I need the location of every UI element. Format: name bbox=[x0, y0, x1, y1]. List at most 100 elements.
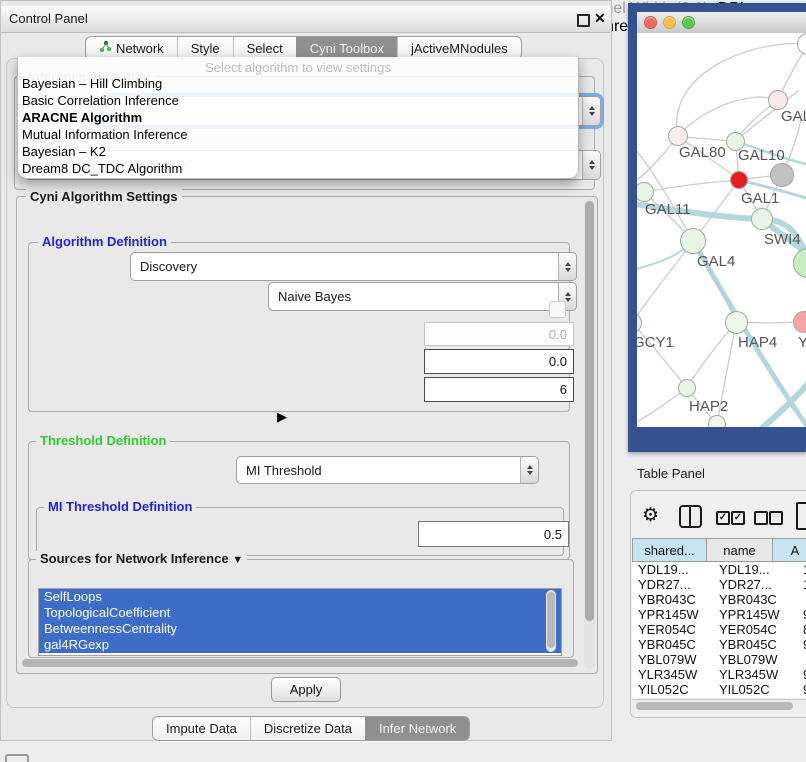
aracne-mode-value: Discovery bbox=[140, 259, 197, 274]
zoom-traffic-light[interactable] bbox=[682, 16, 695, 29]
close-traffic-light[interactable] bbox=[644, 16, 657, 29]
control-panel-title: Control Panel bbox=[9, 11, 88, 26]
network-node-gal8[interactable] bbox=[768, 90, 788, 110]
dock-panel-button[interactable] bbox=[5, 754, 29, 762]
table-row[interactable]: YBR045CYBR045C9. bbox=[632, 637, 806, 652]
algorithm-option[interactable]: Bayesian – Hill Climbing bbox=[18, 75, 578, 92]
tab-style[interactable]: Style bbox=[177, 37, 233, 59]
tab-discretize-data[interactable]: Discretize Data bbox=[250, 717, 365, 740]
checked-checkbox-icon[interactable]: ✓ bbox=[731, 511, 745, 525]
document-icon[interactable] bbox=[796, 502, 806, 530]
tab-infer-network-label: Infer Network bbox=[379, 721, 456, 736]
which-threshold-combobox[interactable]: MI Threshold bbox=[236, 456, 539, 484]
table-row[interactable]: YBL079WYBL079W bbox=[632, 652, 806, 667]
tab-jactivemnodules[interactable]: jActiveMNodules bbox=[397, 37, 521, 59]
settings-title: Cyni Algorithm Settings bbox=[26, 189, 182, 204]
algorithm-option[interactable]: Dream8 DC_TDC Algorithm bbox=[18, 160, 578, 177]
table-row[interactable]: YIL052CYIL052C9. bbox=[632, 682, 806, 697]
table-cell: 9. bbox=[785, 607, 806, 622]
mi-steps-field[interactable]: 6 bbox=[424, 377, 574, 402]
table-cell: 9. bbox=[785, 667, 806, 682]
kernel-width-field[interactable]: 0.0 bbox=[424, 322, 574, 346]
settings-vscrollbar-thumb[interactable] bbox=[585, 201, 594, 621]
minimize-traffic-light[interactable] bbox=[663, 16, 676, 29]
tab-select[interactable]: Select bbox=[233, 37, 296, 59]
settings-hscrollbar-thumb[interactable] bbox=[22, 659, 578, 667]
stepper-arrows-icon bbox=[582, 151, 600, 179]
stepper-arrows-icon bbox=[558, 253, 576, 280]
table-cell: 13 bbox=[785, 562, 806, 577]
table-row[interactable]: YPR145WYPR145W9. bbox=[632, 607, 806, 622]
table-header-row: shared...nameA bbox=[632, 538, 806, 562]
expand-arrow-icon[interactable]: ▶ bbox=[277, 409, 287, 425]
attribute-list-item[interactable]: BetweennessCentrality bbox=[39, 621, 561, 637]
table-row[interactable]: YDR27...YDR27...12 bbox=[632, 577, 806, 592]
algorithm-option[interactable]: Basic Correlation Inference bbox=[18, 92, 578, 109]
tab-impute-data-label: Impute Data bbox=[166, 721, 237, 736]
control-panel-titlebar bbox=[1, 6, 610, 33]
stepper-arrows-icon bbox=[582, 97, 600, 125]
network-node[interactable] bbox=[770, 163, 794, 187]
table-cell: YER054C bbox=[713, 622, 785, 637]
network-node-gal1[interactable] bbox=[730, 171, 748, 189]
table-row[interactable]: YER054CYER054C8. bbox=[632, 622, 806, 637]
table-row[interactable]: YBR043CYBR043C bbox=[632, 592, 806, 607]
network-node-hap2[interactable] bbox=[678, 379, 696, 397]
network-icon bbox=[99, 40, 112, 56]
network-node-gal4[interactable] bbox=[680, 228, 706, 254]
split-columns-icon[interactable] bbox=[679, 505, 702, 528]
mi-threshold-value: 0.5 bbox=[544, 527, 562, 542]
unchecked-checkbox-icon[interactable] bbox=[754, 511, 768, 525]
column-header-name[interactable]: name bbox=[707, 538, 773, 562]
table-cell: YBR043C bbox=[713, 592, 785, 607]
network-node-gal80[interactable] bbox=[668, 126, 688, 146]
column-header-shared[interactable]: shared... bbox=[632, 538, 707, 562]
table-cell: YBR043C bbox=[632, 592, 713, 607]
node-label: SWI4 bbox=[764, 231, 801, 248]
algorithm-options: Bayesian – Hill ClimbingBasic Correlatio… bbox=[18, 75, 578, 177]
network-node[interactable] bbox=[708, 415, 726, 427]
threshold-definition-title: Threshold Definition bbox=[36, 433, 170, 448]
tab-impute-data[interactable]: Impute Data bbox=[153, 717, 250, 740]
attribute-list-item[interactable]: gal4RGexp bbox=[39, 637, 561, 653]
algorithm-option[interactable]: Bayesian – K2 bbox=[18, 143, 578, 160]
node-label: Y bbox=[798, 334, 806, 351]
network-view-titlebar bbox=[637, 12, 806, 34]
network-node-swi4[interactable] bbox=[751, 208, 773, 230]
table-cell: YIL052C bbox=[632, 682, 713, 697]
network-canvas[interactable]: GAL8GAL80GAL10GAL1GAL11SWI4GAL4GCY1HAP4Y… bbox=[637, 33, 806, 427]
node-label: GAL10 bbox=[738, 147, 785, 164]
mi-type-combobox[interactable]: Naive Bayes bbox=[268, 282, 577, 311]
close-icon[interactable]: ✕ bbox=[594, 10, 606, 27]
mi-steps-value: 6 bbox=[560, 382, 567, 397]
tab-discretize-data-label: Discretize Data bbox=[264, 721, 352, 736]
collapse-arrow-icon[interactable]: ▼ bbox=[232, 554, 243, 566]
float-window-icon[interactable] bbox=[577, 14, 590, 27]
unchecked-checkbox-icon[interactable] bbox=[769, 511, 783, 525]
table-row[interactable]: YLR345WYLR345W9. bbox=[632, 667, 806, 682]
table-cell bbox=[785, 652, 806, 667]
algorithm-option[interactable]: Mutual Information Inference bbox=[18, 126, 578, 143]
bottom-tabbar: Impute Data Discretize Data Infer Networ… bbox=[152, 716, 470, 741]
table-hscrollbar-thumb[interactable] bbox=[636, 702, 793, 710]
tab-cyni-toolbox[interactable]: Cyni Toolbox bbox=[296, 37, 397, 59]
attributes-vscrollbar-thumb[interactable] bbox=[547, 592, 555, 648]
algorithm-option[interactable]: ARACNE Algorithm bbox=[18, 109, 578, 126]
table-cell: YLR345W bbox=[632, 667, 713, 682]
aracne-mode-combobox[interactable]: Discovery bbox=[130, 252, 577, 281]
attribute-list-item[interactable]: TopologicalCoefficient bbox=[39, 605, 561, 621]
attribute-list-item[interactable]: SelfLoops bbox=[39, 589, 561, 605]
apply-button[interactable]: Apply bbox=[271, 677, 341, 702]
mi-threshold-field[interactable]: 0.5 bbox=[418, 521, 569, 547]
checked-checkbox-icon[interactable]: ✓ bbox=[716, 511, 730, 525]
gear-icon[interactable]: ⚙ bbox=[642, 504, 659, 527]
manual-kernel-checkbox[interactable] bbox=[549, 301, 566, 318]
network-node-hap4[interactable] bbox=[725, 311, 748, 334]
node-label: GAL4 bbox=[697, 253, 735, 270]
tab-network[interactable]: Network bbox=[86, 37, 177, 59]
tab-infer-network[interactable]: Infer Network bbox=[365, 717, 469, 740]
table-row[interactable]: YDL19...YDL19...13 bbox=[632, 562, 806, 577]
dpi-tolerance-field[interactable]: 0.0 bbox=[424, 349, 574, 374]
data-attributes-list[interactable]: SelfLoopsTopologicalCoefficientBetweenne… bbox=[38, 588, 562, 656]
column-header-a[interactable]: A bbox=[773, 538, 806, 562]
